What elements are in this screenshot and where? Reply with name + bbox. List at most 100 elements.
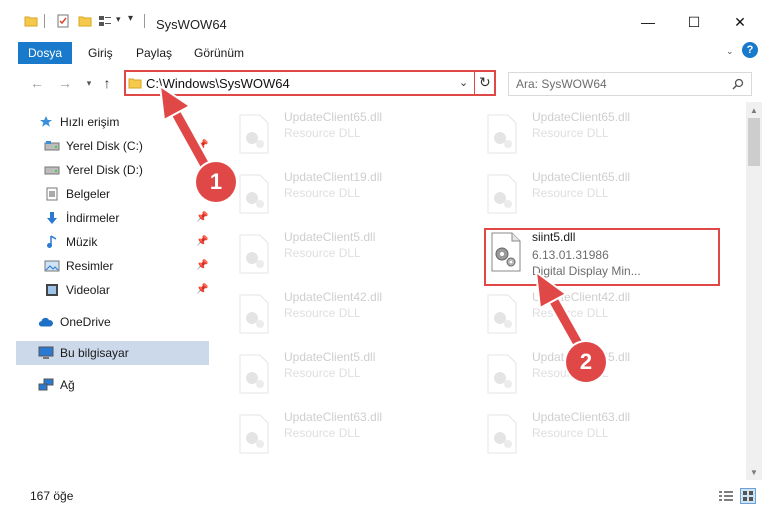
step-badge-1: 1 [196,162,236,202]
file-name: UpdateClient42.dll [284,290,383,304]
file-name: UpdateClient65.dll [532,110,631,124]
pin-icon[interactable]: 📌 [196,260,208,271]
cloud-icon [38,315,54,329]
customize-view-icon[interactable] [98,14,112,28]
tab-paylas[interactable]: Paylaş [126,42,182,64]
new-folder-icon[interactable] [78,14,92,28]
properties-icon[interactable] [56,14,70,28]
dll-file-icon [487,354,517,394]
sidebar-item-this-pc[interactable]: Bu bilgisayar [16,341,209,365]
dll-file-icon [239,354,269,394]
sidebar-item-label: OneDrive [60,315,111,329]
dropdown-arrow-icon[interactable]: ▾ [116,14,121,25]
title-divider [144,14,145,28]
scroll-down-icon[interactable]: ▼ [746,464,762,480]
sidebar-item-label: Ağ [60,378,75,392]
pin-icon[interactable]: 📌 [196,284,208,295]
sidebar-item-label: Yerel Disk (C:) [66,139,143,153]
help-icon[interactable]: ? [742,42,758,58]
ribbon-expand-icon[interactable]: ⌄ [726,46,734,57]
sidebar-item-label: Bu bilgisayar [60,346,129,360]
step-badge-2: 2 [566,342,606,382]
drive-icon [44,139,60,153]
forward-arrow-icon[interactable]: → [56,74,74,92]
file-name: UpdateClient5.dll [284,350,376,364]
dll-file-icon [487,174,517,214]
sidebar-item-videos[interactable]: Videolar [44,278,237,302]
file-item[interactable]: UpdateClient65.dll Resource DLL [236,110,466,162]
pin-icon[interactable]: 📌 [196,212,208,223]
file-item[interactable]: UpdateClient65.dll Resource DLL [484,110,714,162]
file-type: Resource DLL [284,126,361,140]
back-arrow-icon[interactable]: ← [28,74,46,92]
star-icon [38,115,54,129]
search-input[interactable]: Ara: SysWOW64 [516,77,607,91]
scroll-up-icon[interactable]: ▲ [746,102,762,118]
sidebar-item-network[interactable]: Ağ [38,373,231,397]
computer-icon [38,346,54,360]
network-icon [38,378,54,392]
file-item[interactable]: UpdateClient5.dll Resource DLL [236,350,466,402]
folder-icon [24,16,38,27]
file-item[interactable]: UpdateClient42.dll Resource DLL [236,290,466,342]
minimize-button[interactable]: — [628,8,668,36]
item-count: 167 öğe [30,489,74,503]
sidebar-item-downloads[interactable]: İndirmeler [44,206,237,230]
tab-dosya[interactable]: Dosya [18,42,73,64]
toolbar-divider [44,14,45,28]
sidebar-item-music[interactable]: Müzik [44,230,237,254]
dll-file-icon [487,114,517,154]
file-name: UpdateClient63.dll [284,410,383,424]
details-view-icon[interactable] [718,490,734,502]
file-name: UpdateClient5.dll [284,230,376,244]
video-icon [44,283,60,297]
file-type: Resource DLL [532,426,609,440]
sidebar-item-label: Belgeler [66,187,111,201]
file-item[interactable]: UpdateClient63.dll Resource DLL [236,410,466,462]
file-type: Resource DLL [284,246,361,260]
search-icon[interactable] [732,78,744,90]
sidebar-item-pictures[interactable]: Resimler [44,254,237,278]
file-type: Resource DLL [532,186,609,200]
recent-locations-icon[interactable]: ▾ [80,74,98,92]
file-type: Resource DLL [284,426,361,440]
file-item[interactable]: UpdateClient5.dll Resource DLL [236,230,466,282]
file-item[interactable]: UpdateClient19.dll Resource DLL [236,170,466,222]
large-icons-view-icon[interactable] [740,488,756,504]
maximize-button[interactable]: ☐ [674,8,714,36]
dll-file-icon [239,174,269,214]
dll-file-icon [239,234,269,274]
address-divider [474,72,475,94]
qat-customize-icon[interactable]: ▾ [128,13,133,24]
window-title: SysWOW64 [156,17,227,32]
file-name: UpdateClient65.dll [532,170,631,184]
file-name: UpdateClient19.dll [284,170,383,184]
tab-giris[interactable]: Giriş [78,42,123,64]
sidebar-item-label: İndirmeler [66,211,120,225]
scrollbar-thumb[interactable] [748,118,760,166]
sidebar-item-label: Resimler [66,259,114,273]
sidebar-item-label: Yerel Disk (D:) [66,163,143,177]
refresh-icon[interactable]: ↻ [479,74,491,91]
dll-file-icon [239,294,269,334]
file-name: UpdateClient63.dll [532,410,631,424]
up-arrow-icon[interactable]: ↑ [98,74,116,92]
dll-file-icon [487,294,517,334]
folder-icon [128,78,142,89]
address-dropdown-icon[interactable]: ⌄ [459,76,468,89]
file-type: Resource DLL [284,306,361,320]
sidebar-item-label: Hızlı erişim [60,115,120,129]
sidebar-item-onedrive[interactable]: OneDrive [38,310,231,334]
pin-icon[interactable]: 📌 [196,236,208,247]
close-button[interactable]: ✕ [720,8,760,36]
sidebar-item-label: Müzik [66,235,98,249]
tab-gorunum[interactable]: Görünüm [184,42,254,64]
status-bar [0,482,769,519]
file-item[interactable]: UpdateClient65.dll Resource DLL [484,170,714,222]
download-icon [44,211,60,225]
file-type: Resource DLL [284,366,361,380]
dll-file-icon [239,114,269,154]
file-item[interactable]: UpdateClient63.dll Resource DLL [484,410,714,462]
file-type: Resource DLL [532,126,609,140]
file-type: Resource DLL [284,186,361,200]
